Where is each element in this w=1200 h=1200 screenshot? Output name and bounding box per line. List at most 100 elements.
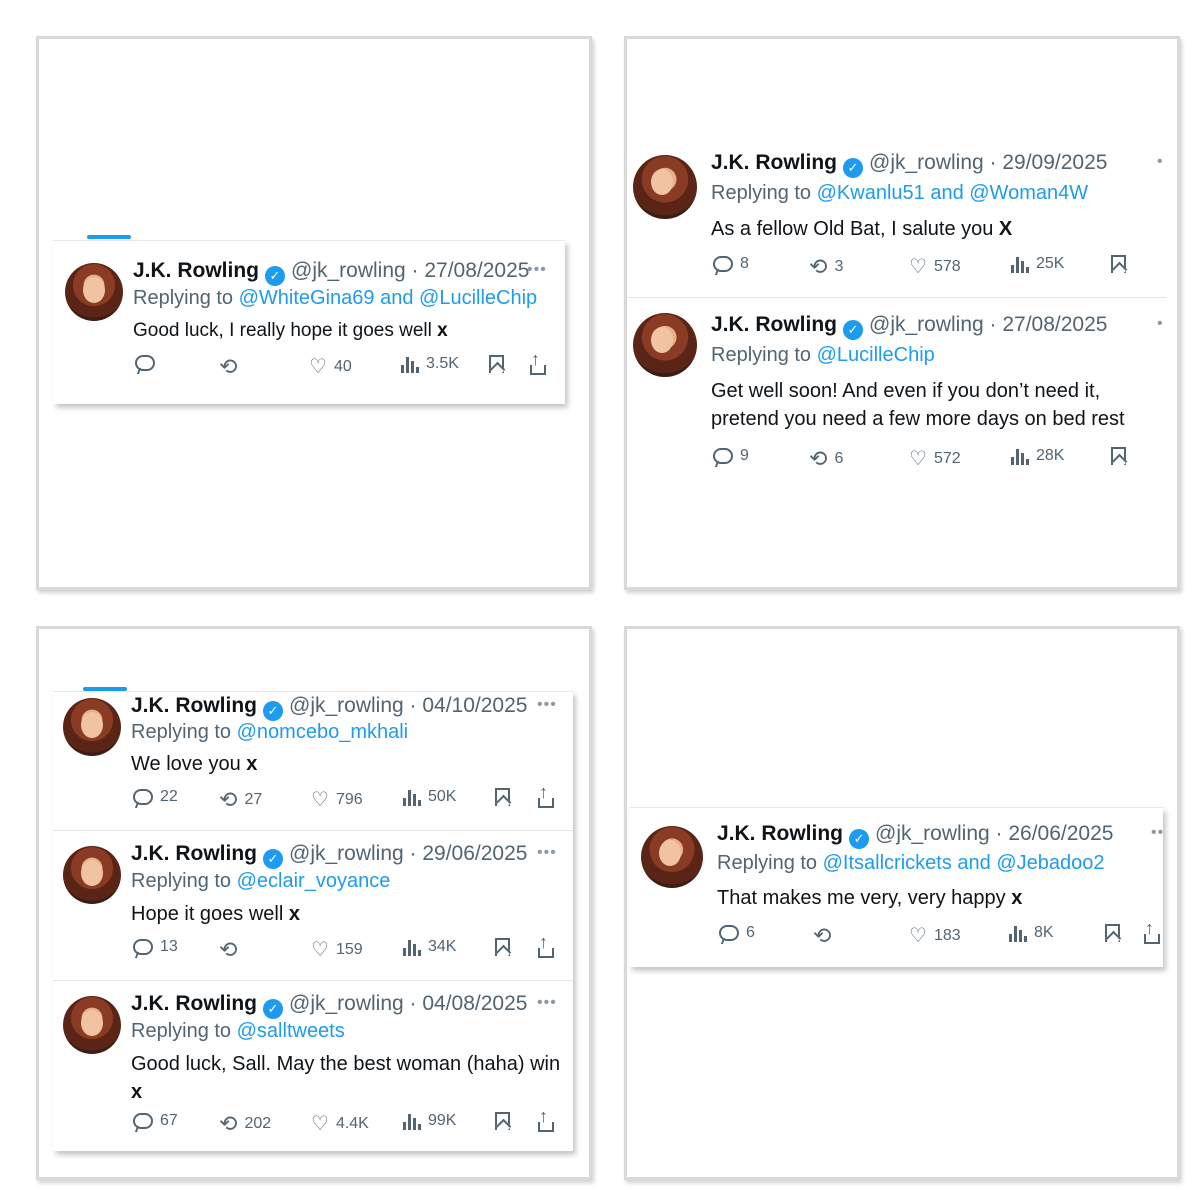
avatar[interactable] [633,313,697,377]
collage-panel-bottom-left: J.K. Rowling ✓ @jk_rowling · 04/10/2025 ••… [36,626,592,1180]
share-button[interactable] [1143,918,1161,944]
bookmark-button[interactable] [1111,255,1126,273]
views-icon [1009,924,1027,942]
more-options-icon[interactable]: ••• [527,261,547,279]
tweet[interactable]: J.K. Rowling ✓ @jk_rowling · 04/10/2025 ••… [53,692,573,828]
reply-to-link[interactable]: @nomcebo_mkhali [237,721,409,743]
bookmark-button[interactable] [495,788,510,806]
display-name[interactable]: J.K. Rowling [131,694,257,717]
views-button[interactable]: 99K [403,1112,456,1130]
share-button[interactable] [537,782,555,808]
tweet[interactable]: J.K. Rowling ✓ @jk_rowling · 29/06/2025 ••… [53,832,573,980]
like-button[interactable]: ♡ 183 [909,924,961,948]
display-name[interactable]: J.K. Rowling [131,992,257,1015]
reply-to-link[interactable]: @LucilleChip [817,344,935,366]
retweet-button[interactable]: ⟲ 27 [219,788,262,812]
like-button[interactable]: ♡ 796 [311,788,363,812]
reply-button[interactable]: 22 [133,788,178,806]
reply-to-link[interactable]: @WhiteGina69 and @LucilleChip [239,287,538,309]
avatar[interactable] [63,996,121,1054]
reply-button[interactable] [135,355,162,371]
reply-button[interactable]: 6 [719,924,755,942]
display-name[interactable]: J.K. Rowling [131,842,257,865]
tweet-actions: 8 ⟲ 3 ♡ 578 25K [711,255,1161,281]
verified-badge-icon: ✓ [843,158,863,178]
tweet-actions: 67 ⟲ 202 ♡ 4.4K 99K [131,1106,561,1138]
like-button[interactable]: ♡ 578 [909,255,961,279]
more-options-icon[interactable]: • [1157,315,1164,333]
like-button[interactable]: ♡ 572 [909,447,961,471]
views-icon [403,1112,421,1130]
reply-button[interactable]: 9 [713,447,749,465]
like-button[interactable]: ♡ 159 [311,938,363,962]
reply-icon [133,1113,153,1129]
tweet[interactable]: J.K. Rowling ✓ @jk_rowling · 26/06/2025 ••… [629,808,1163,968]
retweet-button[interactable]: ⟲ [813,924,838,948]
retweet-button[interactable]: ⟲ 3 [809,255,843,279]
bookmark-button[interactable] [495,938,510,956]
bookmark-button[interactable] [1111,447,1126,465]
like-button[interactable]: ♡ 4.4K [311,1112,369,1136]
collage-panel-top-right: J.K. Rowling ✓ @jk_rowling · 29/09/2025 • … [624,36,1180,590]
reply-button[interactable]: 8 [713,255,749,273]
reply-button[interactable]: 13 [133,938,178,956]
share-button[interactable] [529,349,547,375]
verified-badge-icon: ✓ [263,999,283,1019]
retweet-button[interactable]: ⟲ [219,355,244,379]
reply-to-link[interactable]: @eclair_voyance [237,870,391,892]
more-options-icon[interactable]: • [1157,153,1164,171]
retweet-button[interactable]: ⟲ 6 [809,447,843,471]
display-name[interactable]: J.K. Rowling [711,313,837,336]
display-name[interactable]: J.K. Rowling [711,151,837,174]
tweet[interactable]: J.K. Rowling ✓ @jk_rowling · 27/08/2025 • … [627,303,1167,487]
views-button[interactable]: 25K [1011,255,1064,273]
tweet[interactable]: J.K. Rowling ✓ @jk_rowling · 29/09/2025 • … [627,143,1167,295]
display-name[interactable]: J.K. Rowling [133,259,259,282]
reply-button[interactable]: 67 [133,1112,178,1130]
tweet[interactable]: J.K. Rowling ✓ @jk_rowling · 27/08/2025 ••… [53,241,565,405]
handle-and-date[interactable]: @jk_rowling · 29/06/2025 [289,842,527,865]
handle-and-date[interactable]: @jk_rowling · 26/06/2025 [875,822,1113,845]
more-options-icon[interactable]: ••• [537,844,557,862]
avatar[interactable] [63,846,121,904]
like-button[interactable]: ♡ 40 [309,355,352,379]
bookmark-button[interactable] [495,1112,510,1130]
tweet-card: J.K. Rowling ✓ @jk_rowling · 26/06/2025 ••… [629,807,1163,967]
tweet-header: J.K. Rowling ✓ @jk_rowling · 27/08/2025 [711,313,1107,340]
display-name[interactable]: J.K. Rowling [717,822,843,845]
replying-to: Replying to @Itsallcrickets and @Jebadoo… [717,852,1105,874]
tweet-text: That makes me very, very happy x [717,887,1023,909]
share-button[interactable] [537,932,555,958]
avatar[interactable] [65,263,123,321]
handle-and-date[interactable]: @jk_rowling · 04/08/2025 [289,992,527,1015]
handle-and-date[interactable]: @jk_rowling · 04/10/2025 [289,694,527,717]
views-button[interactable]: 3.5K [401,355,459,373]
share-button[interactable] [537,1106,555,1132]
retweet-button[interactable]: ⟲ [219,938,244,962]
views-button[interactable]: 34K [403,938,456,956]
avatar[interactable] [63,698,121,756]
tweet-divider [53,830,573,831]
retweet-button[interactable]: ⟲ 202 [219,1112,271,1136]
avatar[interactable] [633,155,697,219]
views-button[interactable]: 50K [403,788,456,806]
reply-to-link[interactable]: @Itsallcrickets and @Jebadoo2 [823,852,1105,874]
more-options-icon[interactable]: ••• [537,994,557,1012]
tweet-text: Good luck, Sall. May the best woman (hah… [131,1053,561,1103]
avatar[interactable] [641,826,703,888]
handle-and-date[interactable]: @jk_rowling · 27/08/2025 [869,313,1107,336]
reply-to-link[interactable]: @salltweets [237,1020,345,1042]
views-button[interactable]: 28K [1011,447,1064,465]
like-icon: ♡ [909,925,927,947]
reply-to-link[interactable]: @Kwanlu51 and @Woman4W [817,182,1088,204]
views-button[interactable]: 8K [1009,924,1054,942]
tweet[interactable]: J.K. Rowling ✓ @jk_rowling · 04/08/2025 ••… [53,982,573,1152]
bookmark-button[interactable] [1105,924,1120,942]
handle-and-date[interactable]: @jk_rowling · 27/08/2025 [291,259,529,282]
more-options-icon[interactable]: •• [1151,824,1164,842]
tweet-header: J.K. Rowling ✓ @jk_rowling · 29/09/2025 [711,151,1107,178]
more-options-icon[interactable]: ••• [537,696,557,714]
bookmark-button[interactable] [489,355,504,373]
tweet-actions: 6 ⟲ ♡ 183 8K [717,918,1160,950]
handle-and-date[interactable]: @jk_rowling · 29/09/2025 [869,151,1107,174]
